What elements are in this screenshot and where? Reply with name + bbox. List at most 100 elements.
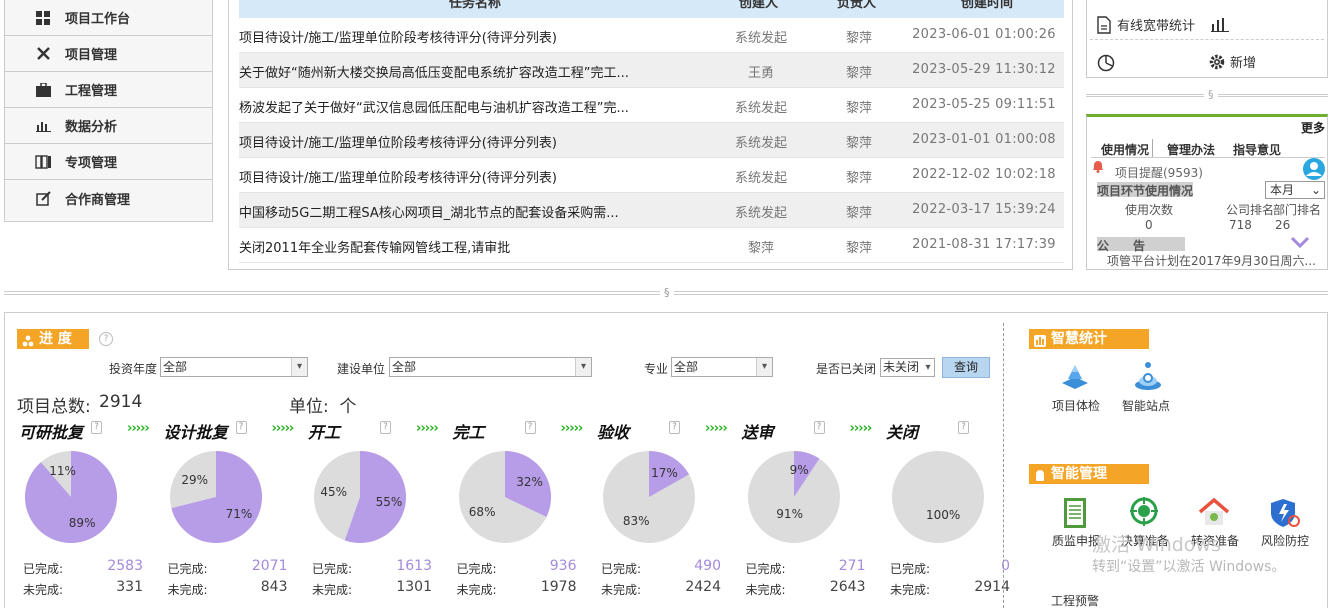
smart-mgmt-tag: 智能管理: [1029, 464, 1149, 484]
task-creator: 系统发起: [734, 171, 787, 186]
table-row[interactable]: 中国移动5G二期工程SA核心网项目_湖北节点的配套设备采购需... 系统发起 黎…: [239, 193, 1064, 228]
stage-pie-chart[interactable]: [603, 451, 695, 543]
grid-icon: [35, 10, 51, 26]
smart-stats-title: 智慧统计: [1051, 331, 1107, 347]
stage-title[interactable]: 完工: [453, 419, 485, 443]
smart-stats-label-1[interactable]: 智能站点: [1122, 397, 1170, 414]
help-icon[interactable]: ?: [524, 421, 536, 434]
smart-stats-tag: 智慧统计: [1029, 329, 1149, 349]
asset-transfer-icon[interactable]: [1197, 496, 1231, 530]
table-row[interactable]: 关于做好“随州新大楼交换局高低压变配电系统扩容改造工程”完工... 王勇 黎萍 …: [239, 53, 1064, 88]
document-icon: [1097, 16, 1111, 38]
pie-chart-icon[interactable]: [1097, 54, 1115, 76]
help-icon[interactable]: ?: [958, 421, 969, 434]
task-name[interactable]: 杨波发起了关于做好“武汉信息园低压配电与油机扩容改造工程”完...: [239, 97, 674, 116]
help-icon[interactable]: ?: [669, 421, 680, 434]
stage-title[interactable]: 送审: [742, 419, 774, 443]
stage-pie-chart[interactable]: [892, 451, 984, 543]
task-name[interactable]: 项目待设计/施工/监理单位阶段考核待评分(待评分列表): [239, 167, 674, 186]
table-row[interactable]: 杨波发起了关于做好“武汉信息园低压配电与油机扩容改造工程”完... 系统发起 黎…: [239, 88, 1064, 123]
stage-title[interactable]: 关闭: [886, 419, 918, 443]
pie-label-done: 17%: [651, 465, 678, 480]
task-owner: 黎萍: [845, 241, 872, 256]
pie-label-undone: 68%: [468, 504, 496, 519]
col-header-owner: 负责人: [837, 0, 877, 11]
tab-usage[interactable]: 使用情况: [1101, 141, 1149, 158]
task-time: 2022-12-02 10:02:18: [912, 167, 1056, 182]
nav-item-special-mgmt[interactable]: 专项管理: [5, 144, 212, 180]
nav-item-data-analysis[interactable]: 数据分析: [5, 108, 212, 144]
project-reminder-link[interactable]: 项目提醒(9593): [1115, 164, 1203, 181]
stage-title[interactable]: 设计批复: [164, 419, 228, 443]
stage-arrow-icon: ›››››: [127, 421, 150, 436]
done-label: 已完成:: [312, 562, 353, 576]
nav-item-engineering-mgmt[interactable]: 工程管理: [5, 72, 212, 108]
bar-chart-icon[interactable]: [1211, 16, 1229, 36]
tab-management-rules[interactable]: 管理办法: [1167, 141, 1215, 158]
undone-value: 1978: [540, 579, 577, 595]
period-select[interactable]: 本月 ⌄: [1265, 181, 1325, 199]
smart-site-icon[interactable]: [1131, 359, 1165, 393]
company-rank-value: 718: [1229, 218, 1252, 232]
quality-report-icon[interactable]: [1059, 496, 1093, 530]
task-time: 2023-05-25 09:11:51: [912, 97, 1056, 112]
project-checkup-icon[interactable]: [1058, 359, 1092, 393]
edit-icon: [35, 190, 51, 206]
help-icon[interactable]: ?: [813, 421, 825, 434]
pie-label-undone: 11%: [49, 463, 76, 478]
quick-links-box: 有线宽带统计 新增: [1086, 0, 1328, 78]
pie-slice-undone: [892, 451, 984, 543]
task-creator: 系统发起: [734, 206, 787, 221]
table-row[interactable]: 项目待设计/施工/监理单位阶段考核待评分(待评分列表) 系统发起 黎萍 2023…: [239, 18, 1064, 53]
risk-control-icon[interactable]: [1268, 496, 1302, 530]
done-value: 490: [694, 558, 721, 574]
table-row[interactable]: 项目待设计/施工/监理单位阶段考核待评分(待评分列表) 系统发起 黎萍 2022…: [239, 158, 1064, 193]
task-table-header: 任务名称 创建人 负责人 创建时间: [239, 0, 1064, 18]
pie-label-done: 9%: [789, 463, 809, 478]
stage-title[interactable]: 开工: [308, 419, 340, 443]
task-time: 2022-03-17 15:39:24: [912, 202, 1056, 217]
activation-watermark-text: 转到“设置”以激活 Windows。: [1092, 559, 1286, 575]
early-warning-label[interactable]: 工程预警: [1051, 592, 1099, 608]
stage-arrow-icon: ›››››: [416, 421, 439, 436]
final-account-icon[interactable]: [1127, 496, 1161, 530]
chevron-down-icon[interactable]: [1290, 235, 1310, 253]
task-name[interactable]: 关闭2011年全业务配套传输网管线工程,请审批: [239, 237, 674, 256]
stage-title[interactable]: 可研批复: [19, 419, 83, 443]
notice-text[interactable]: 项管平台计划在2017年9月30日周六...: [1107, 252, 1316, 269]
gear-icon[interactable]: [1208, 53, 1226, 75]
help-icon[interactable]: ?: [380, 421, 391, 434]
stage-title[interactable]: 验收: [597, 419, 629, 443]
smart-mgmt-label-3[interactable]: 风险防控: [1261, 532, 1309, 549]
help-icon[interactable]: ?: [235, 421, 247, 434]
broadband-stats-link[interactable]: 有线宽带统计: [1117, 15, 1195, 34]
undone-label: 未完成:: [745, 583, 786, 597]
nav-item-partner-mgmt[interactable]: 合作商管理: [5, 180, 212, 216]
nav-item-project-mgmt[interactable]: 项目管理: [5, 36, 212, 72]
table-row[interactable]: 项目待设计/施工/监理单位阶段考核待评分(待评分列表) 系统发起 黎萍 2023…: [239, 123, 1064, 158]
add-new-link[interactable]: 新增: [1230, 52, 1256, 71]
undone-label: 未完成:: [312, 583, 353, 597]
stage-pie-chart[interactable]: [458, 451, 551, 543]
pie-label-undone: 91%: [776, 507, 803, 522]
tab-underline: [1091, 157, 1325, 158]
done-value: 0: [1001, 558, 1010, 574]
more-link[interactable]: 更多: [1301, 119, 1325, 136]
task-name[interactable]: 关于做好“随州新大楼交换局高低压变配电系统扩容改造工程”完工...: [239, 62, 674, 81]
stage-pie-chart[interactable]: [169, 451, 262, 543]
pie-label-undone: 29%: [181, 472, 209, 487]
undone-value: 331: [116, 579, 143, 595]
task-table-panel: 任务名称 创建人 负责人 创建时间 项目待设计/施工/监理单位阶段考核待评分(待…: [228, 0, 1073, 270]
nav-item-workbench[interactable]: 项目工作台: [5, 0, 212, 36]
help-icon[interactable]: ?: [91, 421, 102, 434]
table-row[interactable]: 关闭2011年全业务配套传输网管线工程,请审批 黎萍 黎萍 2021-08-31…: [239, 228, 1064, 263]
col-header-creator: 创建人: [739, 0, 779, 11]
done-label: 已完成:: [601, 562, 642, 576]
task-name[interactable]: 项目待设计/施工/监理单位阶段考核待评分(待评分列表): [239, 132, 674, 151]
tab-guidance[interactable]: 指导意见: [1233, 141, 1281, 158]
undone-label: 未完成:: [23, 583, 64, 597]
separator-mark: §: [660, 286, 674, 299]
task-name[interactable]: 中国移动5G二期工程SA核心网项目_湖北节点的配套设备采购需...: [239, 202, 674, 221]
task-name[interactable]: 项目待设计/施工/监理单位阶段考核待评分(待评分列表): [239, 27, 674, 46]
smart-stats-label-0[interactable]: 项目体检: [1052, 397, 1100, 414]
